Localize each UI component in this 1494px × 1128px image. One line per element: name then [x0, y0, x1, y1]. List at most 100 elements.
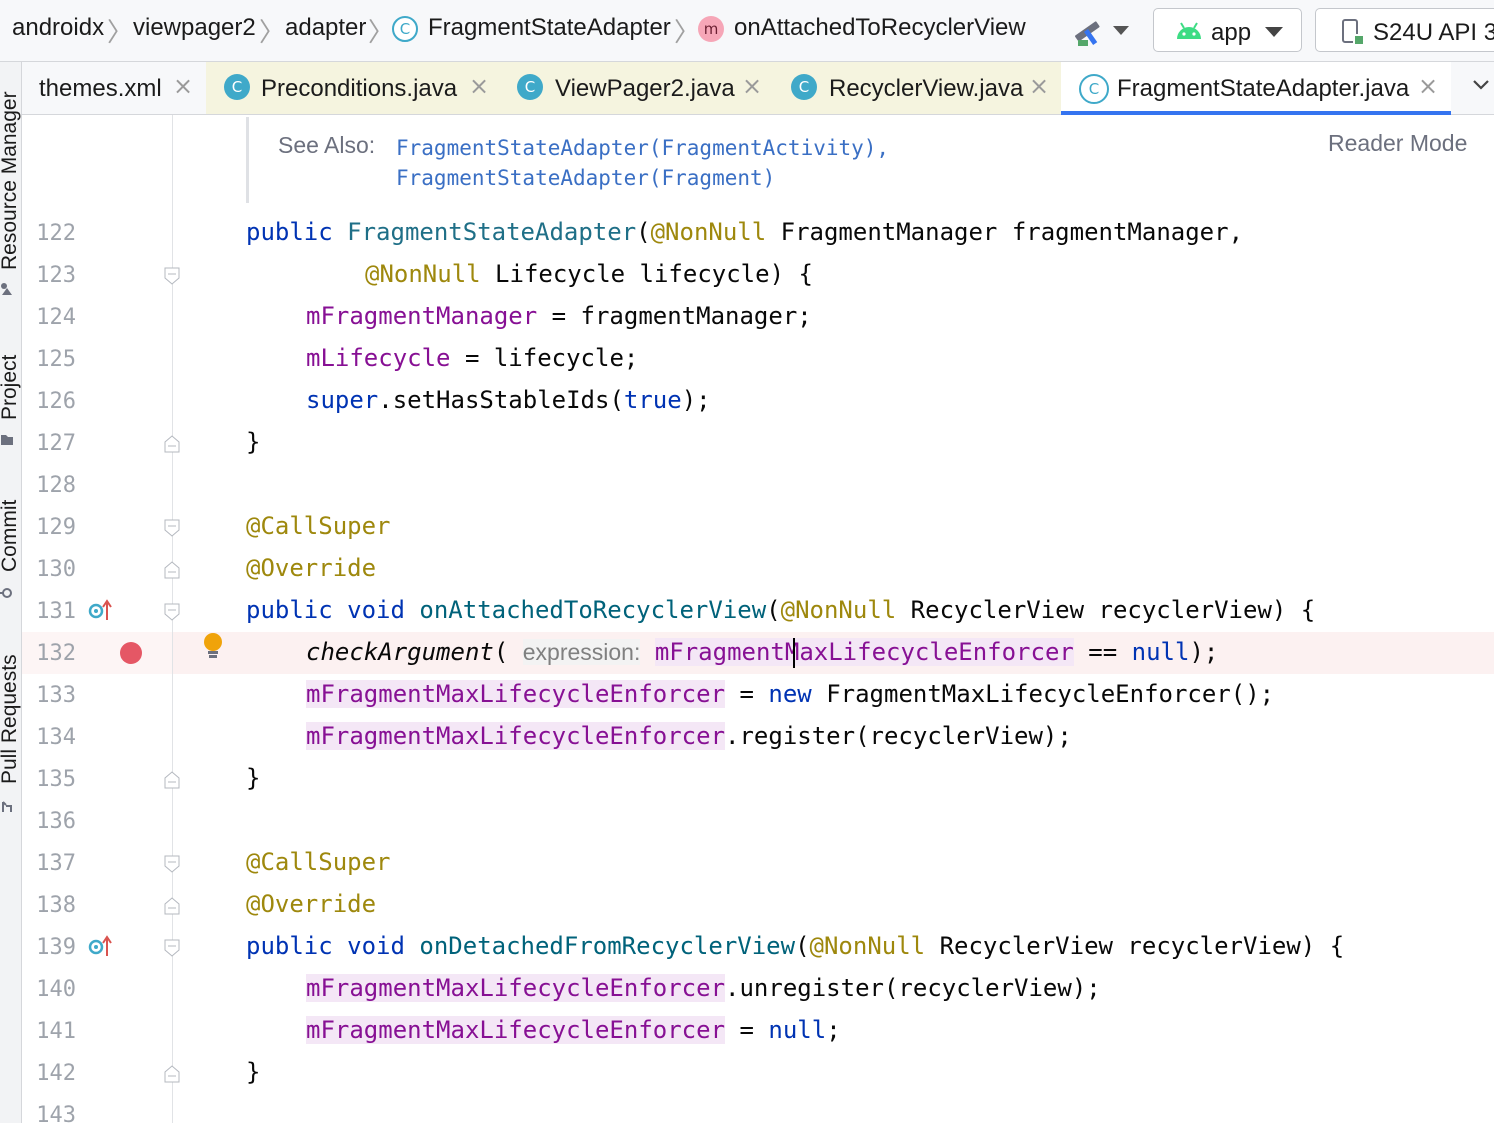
- line-number: 128: [36, 473, 76, 498]
- code-line[interactable]: mFragmentMaxLifecycleEnforcer.register(r…: [306, 722, 1072, 750]
- code-line[interactable]: mFragmentManager = fragmentManager;: [306, 302, 812, 330]
- code-line[interactable]: @NonNull Lifecycle lifecycle) {: [365, 260, 813, 288]
- class-icon: C: [791, 74, 817, 100]
- close-icon[interactable]: ×: [1029, 72, 1049, 100]
- javadoc-link-fragment-ctor[interactable]: FragmentStateAdapter(Fragment): [396, 166, 775, 190]
- breadcrumb-viewpager2[interactable]: viewpager2: [133, 14, 256, 42]
- fold-close-icon[interactable]: [164, 561, 180, 579]
- fold-close-icon[interactable]: [164, 1065, 180, 1083]
- code-token: new: [768, 680, 812, 708]
- fold-close-icon[interactable]: [164, 435, 180, 453]
- overrides-method-icon[interactable]: [88, 598, 114, 622]
- code-token: ==: [1073, 638, 1132, 666]
- code-token: onDetachedFromRecyclerView: [419, 932, 796, 960]
- breadcrumb-separator: 〉: [368, 17, 395, 47]
- code-token: = fragmentManager;: [537, 302, 812, 330]
- run-configuration-selector[interactable]: app: [1153, 8, 1302, 52]
- tab-viewpager2-java[interactable]: C ViewPager2.java ×: [506, 62, 786, 114]
- pull-request-icon[interactable]: [0, 800, 14, 814]
- line-number: 130: [36, 557, 76, 582]
- code-token: FragmentStateAdapter: [347, 218, 637, 246]
- tab-fragmentstateadapter-java[interactable]: C FragmentStateAdapter.java ×: [1061, 62, 1451, 115]
- code-token: (: [636, 218, 651, 246]
- code-line[interactable]: public void onDetachedFromRecyclerView(@…: [246, 932, 1344, 960]
- code-line[interactable]: @Override: [246, 890, 376, 918]
- tool-window-resource-manager[interactable]: Resource Manager: [0, 91, 21, 270]
- abstract-class-icon: C: [392, 16, 418, 42]
- reader-mode-toggle[interactable]: Reader Mode: [1328, 130, 1467, 157]
- folder-icon[interactable]: [0, 432, 14, 446]
- code-token: mFragmentMaxLifecycleEnforcer: [306, 974, 726, 1002]
- close-icon[interactable]: ×: [1418, 72, 1438, 100]
- close-icon[interactable]: ×: [469, 72, 489, 100]
- fold-open-icon[interactable]: [164, 603, 180, 621]
- line-number: 143: [36, 1103, 76, 1128]
- code-line[interactable]: }: [246, 1058, 260, 1086]
- breadcrumb-onattachedtorecyclerview[interactable]: onAttachedToRecyclerView: [734, 14, 1026, 42]
- commit-icon[interactable]: [0, 586, 14, 600]
- code-line[interactable]: mFragmentMaxLifecycleEnforcer = new Frag…: [306, 680, 1274, 708]
- code-line[interactable]: @Override: [246, 554, 376, 582]
- navigation-bar: androidx 〉 viewpager2 〉 adapter 〉 C Frag…: [0, 0, 1494, 62]
- fold-open-icon[interactable]: [164, 267, 180, 285]
- fold-close-icon[interactable]: [164, 897, 180, 915]
- code-line[interactable]: @CallSuper: [246, 848, 391, 876]
- code-line[interactable]: @CallSuper: [246, 512, 391, 540]
- tool-window-commit[interactable]: Commit: [0, 500, 21, 572]
- fold-open-icon[interactable]: [164, 939, 180, 957]
- fold-close-icon[interactable]: [164, 771, 180, 789]
- line-number: 140: [36, 977, 76, 1002]
- line-number: 141: [36, 1019, 76, 1044]
- breadcrumb-adapter[interactable]: adapter: [285, 14, 366, 42]
- tab-themes-xml[interactable]: themes.xml ×: [22, 62, 206, 114]
- code-line[interactable]: mLifecycle = lifecycle;: [306, 344, 638, 372]
- tool-window-pull-requests[interactable]: Pull Requests: [0, 654, 21, 784]
- code-token: @NonNull: [780, 596, 897, 624]
- chevron-down-icon[interactable]: [1113, 26, 1129, 35]
- code-line[interactable]: public FragmentStateAdapter(@NonNull Fra…: [246, 218, 1243, 246]
- code-token: @NonNull: [809, 932, 926, 960]
- breadcrumb-separator: 〉: [107, 17, 134, 47]
- code-token: mLifecycle: [306, 344, 451, 372]
- device-icon: [1342, 19, 1363, 44]
- code-line[interactable]: }: [246, 764, 260, 792]
- code-token: ;: [826, 1016, 841, 1044]
- code-token: }: [246, 428, 261, 456]
- code-token: @NonNull: [650, 218, 767, 246]
- lightbulb-icon[interactable]: [202, 632, 224, 662]
- fold-open-icon[interactable]: [164, 519, 180, 537]
- tab-recyclerview-java[interactable]: C RecyclerView.java ×: [786, 62, 1076, 114]
- breakpoint-icon[interactable]: [120, 642, 142, 664]
- method-icon: m: [698, 16, 724, 42]
- line-number: 135: [36, 767, 76, 792]
- line-number: 127: [36, 431, 76, 456]
- tab-preconditions-java[interactable]: C Preconditions.java ×: [206, 62, 506, 114]
- run-configuration-label: app: [1211, 19, 1252, 46]
- hammer-icon[interactable]: [1070, 14, 1104, 48]
- close-icon[interactable]: ×: [173, 72, 193, 100]
- class-icon: C: [224, 74, 250, 100]
- code-token: null: [1131, 638, 1190, 666]
- code-token: .setHasStableIds(: [378, 386, 624, 414]
- code-line[interactable]: }: [246, 428, 260, 456]
- code-token: checkArgument: [306, 638, 494, 666]
- code-line[interactable]: mFragmentMaxLifecycleEnforcer.unregister…: [306, 974, 1101, 1002]
- code-token: RecyclerView recyclerView) {: [925, 932, 1345, 960]
- tool-window-project[interactable]: Project: [0, 355, 21, 420]
- overrides-method-icon[interactable]: [88, 934, 114, 958]
- code-line[interactable]: public void onAttachedToRecyclerView(@No…: [246, 596, 1315, 624]
- breadcrumb-separator: 〉: [259, 17, 286, 47]
- breadcrumb-fragmentstateadapter[interactable]: FragmentStateAdapter: [428, 14, 671, 42]
- code-token: );: [1189, 638, 1219, 666]
- device-selector[interactable]: S24U API 3: [1315, 8, 1494, 52]
- code-line[interactable]: super.setHasStableIds(true);: [306, 386, 711, 414]
- javadoc-link-fragmentactivity-ctor[interactable]: FragmentStateAdapter(FragmentActivity),: [396, 136, 889, 160]
- code-line[interactable]: checkArgument( expression: mFragmentMaxL…: [306, 638, 1218, 666]
- code-token: public void: [246, 596, 420, 624]
- fold-open-icon[interactable]: [164, 855, 180, 873]
- code-line[interactable]: mFragmentMaxLifecycleEnforcer = null;: [306, 1016, 841, 1044]
- chevron-down-icon[interactable]: [1472, 76, 1490, 94]
- resource-manager-icon[interactable]: [0, 282, 14, 296]
- close-icon[interactable]: ×: [742, 72, 762, 100]
- breadcrumb-androidx[interactable]: androidx: [12, 14, 104, 42]
